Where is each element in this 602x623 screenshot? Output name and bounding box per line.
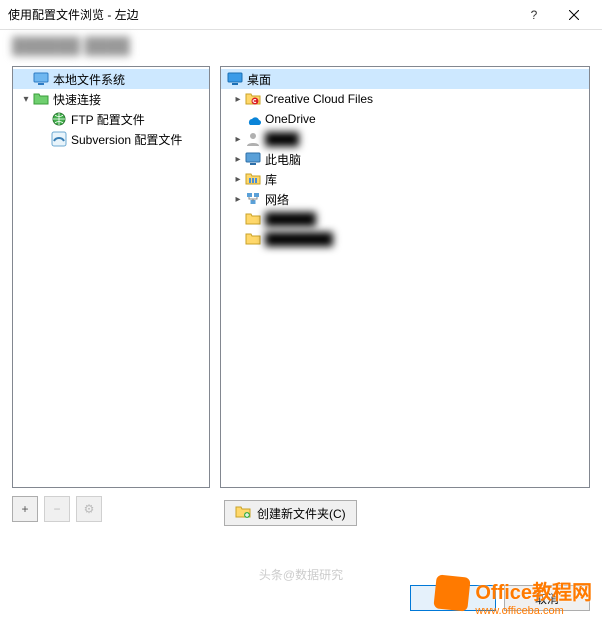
expander-icon[interactable]: ▸ <box>231 172 245 186</box>
left-tree-item[interactable]: ▾ 快速连接 <box>13 89 209 109</box>
plus-icon: + <box>21 502 28 516</box>
remove-button[interactable]: − <box>44 496 70 522</box>
expander-icon[interactable] <box>37 112 51 126</box>
tree-item-label: ████ <box>265 132 299 146</box>
breadcrumb: ██████ ████ <box>0 30 602 58</box>
expander-icon[interactable] <box>231 232 245 246</box>
expander-icon[interactable] <box>37 132 51 146</box>
expander-icon[interactable] <box>231 212 245 226</box>
tree-item-label: 快速连接 <box>53 91 101 108</box>
folder-icon <box>245 211 261 227</box>
new-folder-label: 创建新文件夹(C) <box>257 505 346 522</box>
dialog-footer: 确定 取消 <box>410 585 590 611</box>
left-tree-item[interactable]: Subversion 配置文件 <box>13 129 209 149</box>
cc-folder-icon <box>245 91 261 107</box>
help-button[interactable]: ? <box>514 1 554 29</box>
right-root-label: 桌面 <box>247 71 271 88</box>
close-icon <box>569 10 579 20</box>
pc-icon <box>245 151 261 167</box>
right-tree-item[interactable]: ▸ 此电脑 <box>221 149 589 169</box>
tree-item-label: Creative Cloud Files <box>265 92 373 106</box>
right-tree-item[interactable]: ████████ <box>221 229 589 249</box>
tree-item-label: OneDrive <box>265 112 316 126</box>
gear-icon: ⚙ <box>84 502 95 516</box>
ok-label: 确定 <box>441 590 465 607</box>
left-tree-item[interactable]: FTP 配置文件 <box>13 109 209 129</box>
tree-item-label: FTP 配置文件 <box>71 111 145 128</box>
new-folder-button[interactable]: 创建新文件夹(C) <box>224 500 357 526</box>
expander-icon[interactable] <box>19 72 33 86</box>
right-tree-item[interactable]: ▸ ████ <box>221 129 589 149</box>
close-button[interactable] <box>554 1 594 29</box>
globe-icon <box>51 111 67 127</box>
folder-icon <box>245 231 261 247</box>
expander-icon[interactable]: ▸ <box>231 192 245 206</box>
left-pane[interactable]: 本地文件系统 ▾ 快速连接 FTP 配置文件 Subversion 配置文件 <box>12 66 210 488</box>
new-folder-icon <box>235 504 251 523</box>
right-tree-item[interactable]: ▸ 网络 <box>221 189 589 209</box>
right-pane[interactable]: 桌面 ▸ Creative Cloud Files OneDrive ▸ ████ ▸ 此电… <box>220 66 590 488</box>
monitor-icon <box>33 71 49 87</box>
titlebar: 使用配置文件浏览 - 左边 ? <box>0 0 602 30</box>
network-icon <box>245 191 261 207</box>
right-tree-item[interactable]: OneDrive <box>221 109 589 129</box>
cancel-button[interactable]: 取消 <box>504 585 590 611</box>
tree-item-label: ████████ <box>265 232 333 246</box>
add-button[interactable]: + <box>12 496 38 522</box>
tree-item-label: Subversion 配置文件 <box>71 131 182 148</box>
tree-item-label: 本地文件系统 <box>53 71 125 88</box>
right-tree-item[interactable]: ▸库 <box>221 169 589 189</box>
credit-text: 头条@数据研究 <box>259 566 343 583</box>
tree-item-label: 库 <box>265 171 277 188</box>
right-tree-item[interactable]: ██████ <box>221 209 589 229</box>
window-title: 使用配置文件浏览 - 左边 <box>8 6 514 23</box>
expander-icon[interactable]: ▸ <box>231 132 245 146</box>
main-content: 本地文件系统 ▾ 快速连接 FTP 配置文件 Subversion 配置文件 桌面 ▸ C… <box>0 58 602 488</box>
ok-button[interactable]: 确定 <box>410 585 496 611</box>
svn-icon <box>51 131 67 147</box>
settings-button[interactable]: ⚙ <box>76 496 102 522</box>
desktop-icon <box>227 71 243 87</box>
tree-item-label: 网络 <box>265 191 289 208</box>
breadcrumb-text: ██████ ████ <box>12 38 130 56</box>
right-tree: 桌面 ▸ Creative Cloud Files OneDrive ▸ ████ ▸ 此电… <box>221 67 589 251</box>
expander-icon[interactable]: ▸ <box>231 152 245 166</box>
library-icon <box>245 171 261 187</box>
onedrive-icon <box>245 111 261 127</box>
help-icon: ? <box>531 8 538 22</box>
cancel-label: 取消 <box>535 590 559 607</box>
tree-item-label: 此电脑 <box>265 151 301 168</box>
right-tree-item[interactable]: ▸ Creative Cloud Files <box>221 89 589 109</box>
left-tree: 本地文件系统 ▾ 快速连接 FTP 配置文件 Subversion 配置文件 <box>13 67 209 151</box>
right-root-row[interactable]: 桌面 <box>221 69 589 89</box>
expander-icon[interactable]: ▾ <box>19 92 33 106</box>
expander-icon[interactable] <box>231 112 245 126</box>
folder-green-icon <box>33 91 49 107</box>
minus-icon: − <box>53 502 60 516</box>
tree-item-label: ██████ <box>265 212 316 226</box>
left-tree-item[interactable]: 本地文件系统 <box>13 69 209 89</box>
bottom-right-toolbar: 创建新文件夹(C) <box>224 500 357 526</box>
expander-icon[interactable]: ▸ <box>231 92 245 106</box>
user-icon <box>245 131 261 147</box>
